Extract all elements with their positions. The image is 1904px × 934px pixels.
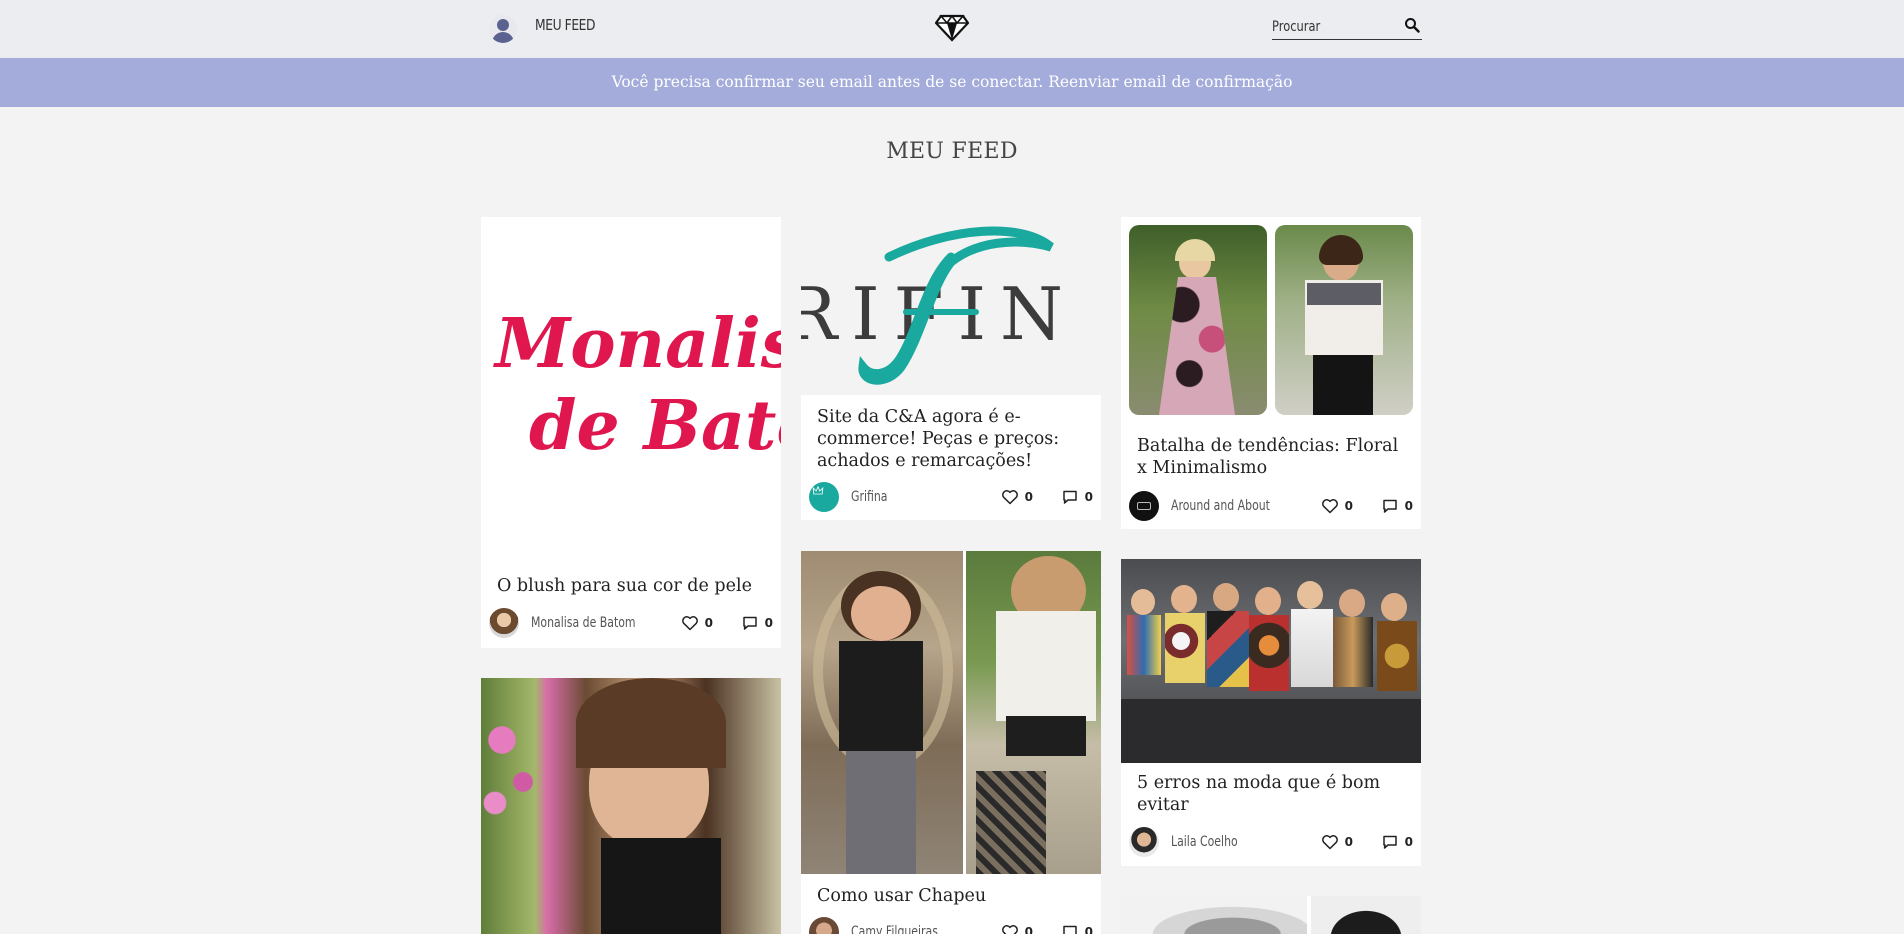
heart-icon [681,616,698,631]
post-title[interactable]: Batalha de tendências: Floral x Minimali… [1137,435,1407,479]
post-image[interactable] [481,678,781,934]
post-meta: Grifina 0 0 [809,482,1093,512]
comment-icon [1062,925,1077,934]
like-count: 0 [1024,925,1033,934]
email-confirmation-banner: Você precisa confirmar seu email antes d… [0,58,1904,107]
like-count: 0 [1024,490,1033,504]
post-title[interactable]: Site da C&A agora é e-commerce! Peças e … [817,406,1087,472]
feed-card[interactable]: Batalha de tendências: Floral x Minimali… [1121,217,1421,529]
post-image-2[interactable] [1311,896,1421,934]
comment-count: 0 [1404,835,1413,849]
comment-button[interactable]: 0 [1061,923,1093,934]
post-image[interactable]: RIFIN [801,217,1101,395]
logo-text-line-2: de Batom [529,386,781,466]
author-name[interactable]: Around and About [1171,498,1270,514]
comment-count: 0 [1084,490,1093,504]
comment-icon [742,616,757,630]
monalisa-logo-image: Monalisa de Batom [493,304,781,466]
post-title[interactable]: O blush para sua cor de pele [497,575,767,597]
feed-card[interactable] [481,678,781,934]
feed-card[interactable]: Monalisa de Batom O blush para sua cor d… [481,217,781,648]
post-image[interactable] [1129,225,1267,415]
post-meta: Camy Filgueiras 0 0 [809,917,1093,934]
grifina-crown-icon [812,485,824,495]
like-button[interactable]: 0 [1001,488,1033,506]
author-name[interactable]: Grifina [851,489,887,505]
like-button[interactable]: 0 [681,614,713,632]
like-button[interactable]: 0 [1321,497,1353,515]
post-meta: Laila Coelho 0 0 [1129,827,1413,857]
post-image[interactable]: Monalisa de Batom [481,217,781,562]
search-box [1272,16,1422,40]
feed-card[interactable]: RIFIN Site da C&A agora é e-commerce! Pe… [801,217,1101,520]
author-avatar[interactable] [809,482,839,512]
user-avatar-icon[interactable] [489,15,517,43]
author-avatar[interactable] [489,608,519,638]
heart-icon [1321,835,1338,850]
comment-count: 0 [1084,925,1093,934]
heart-icon [1321,499,1338,514]
like-count: 0 [1344,499,1353,513]
notice-text: Você precisa confirmar seu email antes d… [611,73,1044,91]
comment-button[interactable]: 0 [741,614,773,632]
grifina-logo-image: RIFIN [801,226,1063,385]
heart-icon [1001,490,1018,505]
post-image[interactable] [1121,559,1421,763]
feed-card[interactable]: 5 erros na moda que é bom evitar Laila C… [1121,559,1421,866]
post-meta: Around and About 0 0 [1129,491,1413,521]
search-input[interactable] [1272,16,1371,38]
my-feed-link[interactable]: MEU FEED [535,16,596,34]
search-icon[interactable] [1404,17,1420,33]
author-name[interactable]: Monalisa de Batom [531,615,636,631]
post-title[interactable]: Como usar Chapeu [817,885,1087,907]
diamond-logo-icon[interactable] [935,12,969,42]
comment-icon [1062,490,1077,504]
header-inner: MEU FEED [481,0,1422,58]
post-image[interactable] [801,551,1101,874]
comment-button[interactable]: 0 [1061,488,1093,506]
like-button[interactable]: 0 [1001,923,1033,934]
author-avatar[interactable] [1129,827,1159,857]
feed-card[interactable] [1121,896,1421,934]
author-avatar[interactable] [1129,491,1159,521]
like-count: 0 [704,616,713,630]
post-title[interactable]: 5 erros na moda que é bom evitar [1137,772,1407,816]
comment-button[interactable]: 0 [1381,833,1413,851]
page-title: MEU FEED [886,139,1018,164]
like-button[interactable]: 0 [1321,833,1353,851]
author-name[interactable]: Laila Coelho [1171,834,1238,850]
author-name[interactable]: Camy Filgueiras [851,924,938,934]
resend-confirmation-link[interactable]: Reenviar email de confirmação [1048,73,1292,91]
post-image-2[interactable] [1275,225,1413,415]
logo-text-line-1: Monalisa [493,304,781,384]
like-count: 0 [1344,835,1353,849]
post-image[interactable] [1121,896,1307,934]
comment-count: 0 [764,616,773,630]
heart-icon [1001,925,1018,934]
comment-button[interactable]: 0 [1381,497,1413,515]
author-avatar[interactable] [809,917,839,934]
comment-icon [1382,499,1397,513]
comment-icon [1382,835,1397,849]
comment-count: 0 [1404,499,1413,513]
post-meta: Monalisa de Batom 0 0 [489,608,773,638]
top-header: MEU FEED [0,0,1904,58]
feed-card[interactable]: Como usar Chapeu Camy Filgueiras 0 0 [801,551,1101,934]
